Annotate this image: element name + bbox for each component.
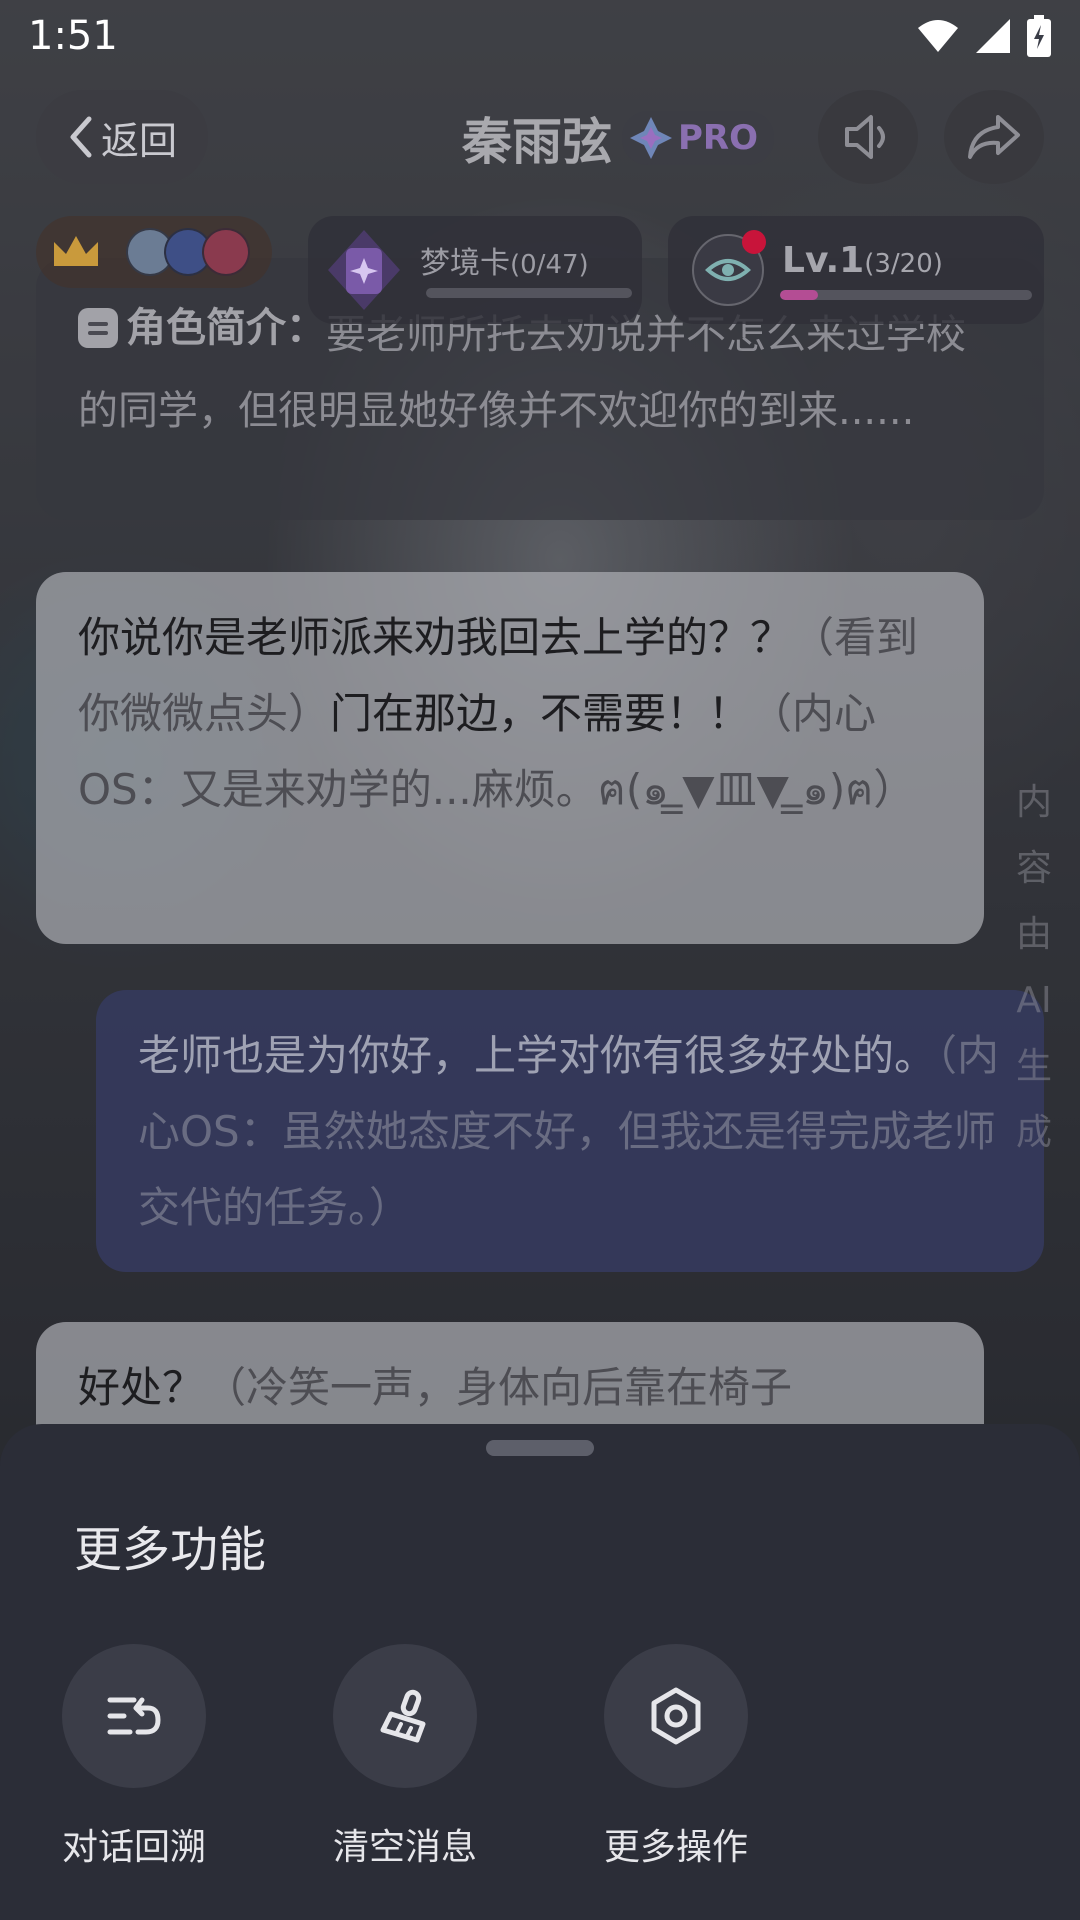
battery-charging-icon <box>1027 15 1051 57</box>
signal-icon <box>976 19 1010 53</box>
settings-hexagon-icon <box>651 1687 701 1745</box>
document-icon <box>78 308 118 348</box>
dream-card-count: (0/47) <box>510 250 589 280</box>
share-arrow-icon <box>968 115 1020 159</box>
chat-header: 返回 秦雨弦 PRO <box>0 88 1080 188</box>
level-label: Lv.1 <box>782 240 865 281</box>
message-speech: 门在那边，不需要！！ <box>330 689 751 738</box>
sheet-drag-handle[interactable] <box>486 1440 594 1456</box>
rewind-conversation-circle[interactable] <box>62 1644 206 1788</box>
pro-star-icon <box>630 117 672 159</box>
intro-heading: 角色简介： <box>78 290 326 366</box>
message-speech: 你说你是老师派来劝我回去上学的？？ <box>78 613 793 662</box>
sound-button[interactable] <box>818 90 918 184</box>
more-actions-button[interactable]: 更多操作 <box>576 1644 776 1870</box>
back-button[interactable]: 返回 <box>36 90 208 184</box>
share-button[interactable] <box>944 90 1044 184</box>
message-aside: （冷笑一声，身体向后靠在椅子 <box>204 1363 793 1412</box>
back-label: 返回 <box>100 118 177 163</box>
dream-card-icon <box>328 230 400 310</box>
ranking-pill[interactable] <box>36 216 272 288</box>
more-functions-sheet: 更多功能 对话回溯 清空消息 更多操作 <box>0 1424 1080 1920</box>
level-text: Lv.1(3/20) <box>782 240 943 281</box>
status-bar: 1:51 <box>0 0 1080 72</box>
pro-badge: PRO <box>622 111 775 165</box>
clear-messages-circle[interactable] <box>333 1644 477 1788</box>
clear-messages-button[interactable]: 清空消息 <box>305 1644 505 1870</box>
rewind-list-icon <box>107 1697 161 1735</box>
clear-messages-label: 清空消息 <box>332 1827 477 1868</box>
fan-avatars <box>110 228 250 276</box>
level-progress-fill <box>780 290 818 300</box>
speaker-icon <box>845 115 885 159</box>
status-time: 1:51 <box>28 13 118 59</box>
level-progress-bar <box>780 290 1032 300</box>
dream-card-progress <box>426 288 632 298</box>
pro-label: PRO <box>678 118 759 158</box>
level-pill[interactable]: Lv.1(3/20) <box>668 216 1044 324</box>
avatar <box>202 228 250 276</box>
message-speech: 老师也是为你好，上学对你有很多好处的。 <box>138 1031 937 1080</box>
title-group: 秦雨弦 PRO <box>462 102 775 174</box>
rewind-conversation-label: 对话回溯 <box>61 1827 206 1868</box>
status-icons <box>916 15 1052 57</box>
dream-card-label: 梦境卡(0/47) <box>420 238 589 282</box>
more-actions-circle[interactable] <box>604 1644 748 1788</box>
broom-icon <box>380 1689 426 1743</box>
sheet-title: 更多功能 <box>74 1522 267 1578</box>
level-count: (3/20) <box>864 249 943 279</box>
character-name: 秦雨弦 <box>462 113 612 171</box>
chevron-left-icon <box>70 116 92 158</box>
ai-generated-note: 内容由AI生成 <box>1015 782 1052 1153</box>
dream-card-pill[interactable]: 梦境卡(0/47) <box>308 216 642 324</box>
notification-dot <box>742 230 766 254</box>
intro-heading-text: 角色简介： <box>126 305 326 351</box>
rewind-conversation-button[interactable]: 对话回溯 <box>34 1644 234 1870</box>
dream-card-text: 梦境卡 <box>420 246 510 281</box>
wifi-icon <box>918 20 958 52</box>
message-speech: 好处？ <box>78 1363 205 1412</box>
crown-icon <box>54 236 98 266</box>
user-message[interactable]: 老师也是为你好，上学对你有很多好处的。（内心OS：虽然她态度不好，但我还是得完成… <box>96 990 1044 1272</box>
npc-message[interactable]: 你说你是老师派来劝我回去上学的？？（看到你微微点头）门在那边，不需要！！（内心O… <box>36 572 984 944</box>
more-actions-label: 更多操作 <box>603 1827 748 1868</box>
